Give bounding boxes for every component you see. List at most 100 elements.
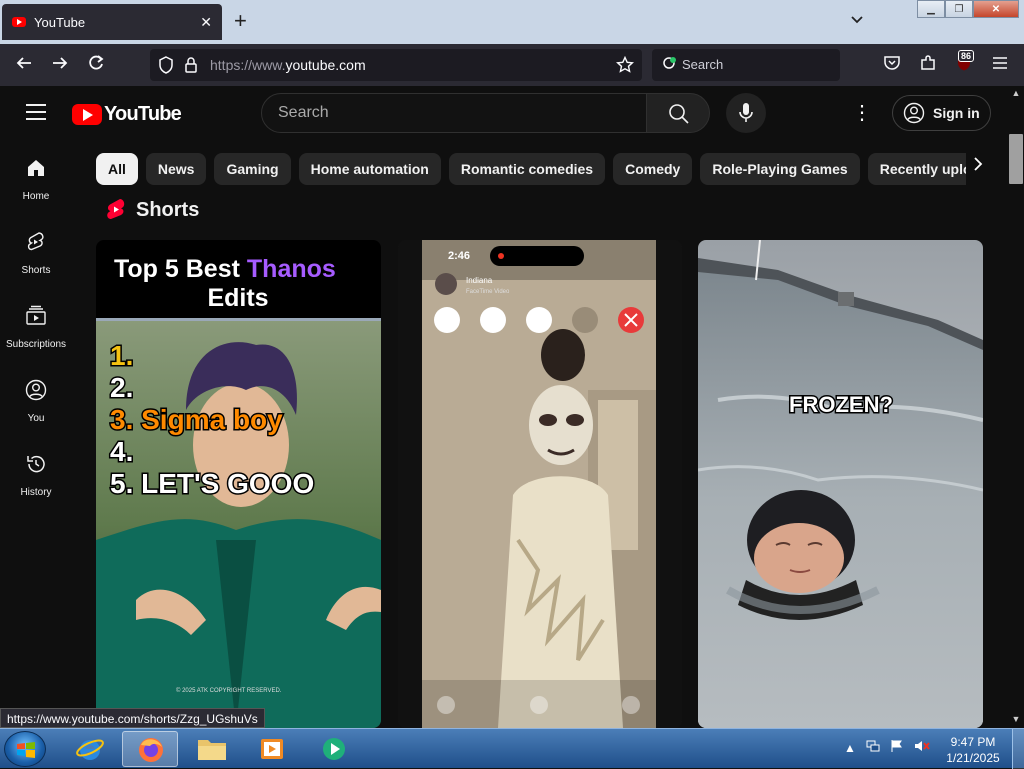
clock-date: 1/21/2025 bbox=[946, 751, 1000, 765]
chip-home-automation[interactable]: Home automation bbox=[298, 153, 441, 185]
system-tray: ▲ bbox=[844, 739, 940, 756]
youtube-search-input[interactable] bbox=[278, 104, 618, 122]
chip-recently-uploaded[interactable]: Recently uploaded bbox=[867, 153, 966, 185]
list-tabs-chevron-icon[interactable] bbox=[850, 12, 864, 28]
chip-comedy[interactable]: Comedy bbox=[613, 153, 693, 185]
browser-tab-strip: YouTube ✕ + ▁ ❐ ✕ bbox=[0, 0, 1024, 44]
voice-search-button[interactable] bbox=[726, 93, 766, 133]
reload-icon[interactable] bbox=[84, 54, 108, 76]
thumbnail-title-line1: Top 5 Best Thanos bbox=[114, 255, 336, 283]
extension-badge-count: 86 bbox=[958, 50, 975, 62]
chip-next-chevron-icon[interactable] bbox=[966, 156, 990, 177]
tray-expand-icon[interactable]: ▲ bbox=[844, 741, 856, 755]
url-domain: youtube.com bbox=[285, 57, 366, 73]
forward-arrow-icon[interactable] bbox=[48, 54, 72, 76]
guide-item-home[interactable]: Home bbox=[0, 142, 72, 212]
chip-romantic-comedies[interactable]: Romantic comedies bbox=[448, 153, 606, 185]
taskbar-file-explorer[interactable] bbox=[184, 731, 240, 767]
youtube-page: YouTube ⋮ Sign in Home Shorts Subscripti… bbox=[0, 86, 1024, 728]
bookmark-star-icon[interactable] bbox=[615, 55, 635, 79]
lock-icon[interactable] bbox=[184, 56, 198, 79]
new-tab-button[interactable]: + bbox=[234, 10, 247, 32]
shorts-shelf-header: Shorts bbox=[106, 198, 199, 222]
short-card-frozen[interactable]: FROZEN? bbox=[698, 240, 983, 728]
browser-search-field[interactable]: Search bbox=[652, 49, 840, 81]
short-card-facetime[interactable]: 2:46 Indiana FaceTime Video bbox=[398, 240, 682, 728]
url-text[interactable]: https://www.youtube.com bbox=[210, 57, 366, 73]
window-close-button[interactable]: ✕ bbox=[973, 0, 1019, 18]
taskbar-media-player[interactable] bbox=[244, 731, 300, 767]
list-item-2: 2. bbox=[110, 372, 133, 403]
guide-item-history[interactable]: History bbox=[0, 438, 72, 508]
action-center-flag-icon[interactable] bbox=[890, 739, 904, 756]
address-bar[interactable]: https://www.youtube.com bbox=[150, 49, 642, 81]
thumbnail-caption: FROZEN? bbox=[789, 392, 893, 417]
guide-item-shorts[interactable]: Shorts bbox=[0, 216, 72, 286]
shorts-icon bbox=[27, 232, 44, 251]
tab-close-icon[interactable]: ✕ bbox=[200, 14, 212, 31]
start-button[interactable] bbox=[4, 731, 46, 767]
scroll-up-arrow-icon[interactable]: ▲ bbox=[1008, 88, 1024, 98]
app-menu-icon[interactable] bbox=[988, 54, 1012, 74]
show-desktop-button[interactable] bbox=[1012, 729, 1024, 769]
youtube-search-box[interactable] bbox=[261, 93, 647, 133]
youtube-logo[interactable]: YouTube bbox=[72, 103, 182, 126]
back-arrow-icon[interactable] bbox=[12, 54, 36, 76]
guide-item-subscriptions[interactable]: Subscriptions bbox=[0, 290, 72, 360]
caller-name: Indiana bbox=[466, 276, 493, 285]
media-center-icon bbox=[323, 738, 345, 760]
minimize-button[interactable]: ▁ bbox=[917, 0, 945, 18]
scrollbar-thumb[interactable] bbox=[1009, 134, 1023, 184]
clock-time: 9:47 PM bbox=[950, 735, 996, 749]
guide-menu-icon[interactable] bbox=[26, 104, 46, 125]
windows-logo-icon bbox=[17, 742, 35, 758]
search-engine-icon bbox=[662, 56, 678, 77]
short-card-thanos-edits[interactable]: Top 5 Best Thanos Edits 1. 2. 3. Sigma b… bbox=[96, 240, 381, 728]
extensions-icon[interactable] bbox=[916, 54, 940, 76]
taskbar-internet-explorer[interactable] bbox=[62, 731, 118, 767]
list-item-3: 3. Sigma boy bbox=[110, 404, 283, 435]
scroll-down-arrow-icon[interactable]: ▼ bbox=[1008, 714, 1024, 724]
thumbnail-copyright: © 2025 ATK COPYRIGHT RESERVED. bbox=[176, 687, 282, 694]
chip-all[interactable]: All bbox=[96, 153, 138, 185]
firefox-icon bbox=[139, 738, 163, 762]
list-item-4: 4. bbox=[110, 436, 133, 467]
chip-news[interactable]: News bbox=[145, 153, 207, 185]
youtube-search-button[interactable] bbox=[646, 93, 710, 133]
folder-icon bbox=[198, 740, 226, 760]
sign-in-label: Sign in bbox=[933, 105, 980, 121]
browser-navbar: https://www.youtube.com Search 86 bbox=[0, 44, 1024, 86]
subscriptions-icon bbox=[26, 305, 46, 325]
short-thumbnail-facetime: 2:46 Indiana FaceTime Video bbox=[398, 240, 682, 728]
status-link-preview: https://www.youtube.com/shorts/Zzg_UGshu… bbox=[0, 708, 265, 728]
list-item-1: 1. bbox=[110, 340, 133, 371]
thumbnail-title-line2: Edits bbox=[207, 284, 268, 312]
settings-kebab-icon[interactable]: ⋮ bbox=[852, 100, 872, 126]
pocket-icon[interactable] bbox=[880, 54, 904, 76]
page-scrollbar[interactable]: ▲ ▼ bbox=[1008, 86, 1024, 728]
guide-label-subscriptions: Subscriptions bbox=[5, 339, 67, 350]
volume-muted-icon[interactable] bbox=[914, 739, 930, 756]
short-thumbnail-thanos: Top 5 Best Thanos Edits 1. 2. 3. Sigma b… bbox=[96, 240, 381, 728]
windows-taskbar: ▲ 9:47 PM 1/21/2025 bbox=[0, 728, 1024, 769]
taskbar-app-teal[interactable] bbox=[306, 731, 362, 767]
restore-button[interactable]: ❐ bbox=[945, 0, 973, 18]
youtube-favicon bbox=[12, 17, 26, 27]
internet-explorer-icon bbox=[76, 739, 104, 760]
guide-item-you[interactable]: You bbox=[0, 364, 72, 434]
guide-label-you: You bbox=[27, 413, 45, 424]
youtube-logo-text: YouTube bbox=[104, 103, 182, 125]
sign-in-button[interactable]: Sign in bbox=[892, 95, 991, 131]
shorts-logo-icon bbox=[107, 199, 125, 219]
window-controls: ▁ ❐ ✕ bbox=[917, 0, 1019, 20]
account-icon bbox=[903, 102, 925, 124]
guide-label-history: History bbox=[20, 487, 52, 498]
chip-gaming[interactable]: Gaming bbox=[214, 153, 291, 185]
browser-tab-youtube[interactable]: YouTube ✕ bbox=[2, 4, 222, 40]
taskbar-clock[interactable]: 9:47 PM 1/21/2025 bbox=[940, 734, 1006, 766]
youtube-play-icon bbox=[72, 104, 102, 125]
tracking-shield-icon[interactable] bbox=[158, 56, 174, 79]
taskbar-firefox[interactable] bbox=[122, 731, 178, 767]
chip-role-playing-games[interactable]: Role-Playing Games bbox=[700, 153, 860, 185]
network-icon[interactable] bbox=[866, 739, 880, 756]
